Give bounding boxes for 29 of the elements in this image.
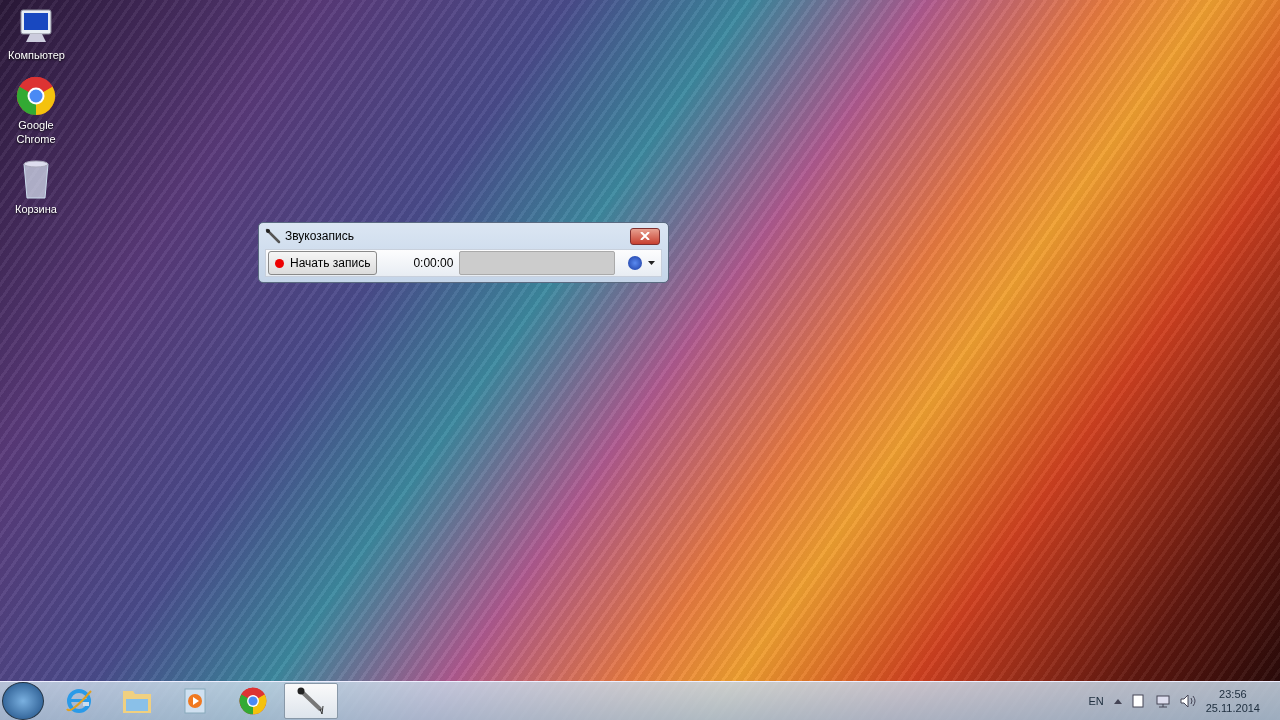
microphone-icon (265, 228, 281, 244)
up-arrow-icon[interactable] (1113, 698, 1122, 704)
microphone-icon[interactable] (296, 687, 326, 715)
shortcut-label: Корзина (14, 202, 58, 216)
chrome-icon[interactable] (239, 687, 267, 715)
record-dot-icon (275, 258, 284, 268)
desktop-shortcut[interactable]: Компьютер (8, 8, 64, 62)
desktop-shortcut[interactable]: Google Chrome (8, 76, 64, 146)
device-icon[interactable] (1131, 694, 1144, 708)
media-player-icon[interactable] (182, 688, 208, 714)
elapsed-time: 0:00:00 (412, 256, 454, 270)
recycle-bin-icon (21, 160, 51, 200)
network-icon[interactable] (1153, 694, 1170, 708)
clock[interactable]: 23:56 25.11.2014 (1205, 688, 1260, 714)
start-recording-button[interactable]: Начать запись (268, 251, 378, 275)
clock-date: 25.11.2014 (1205, 702, 1260, 714)
close-icon (640, 232, 650, 240)
speaker-icon[interactable] (1179, 694, 1196, 708)
chrome-icon (16, 76, 56, 116)
window-title: Звукозапись (285, 229, 355, 243)
desktop-shortcut[interactable]: Корзина (8, 160, 64, 216)
dropdown-caret-icon[interactable] (648, 261, 655, 265)
shortcut-label: Google Chrome (15, 118, 57, 146)
language-indicator[interactable]: EN (1088, 695, 1104, 707)
taskbar-button[interactable] (284, 683, 338, 719)
start-button[interactable] (2, 682, 44, 720)
clock-time: 23:56 (1219, 688, 1247, 700)
close-button[interactable] (630, 227, 660, 245)
shortcut-label: Компьютер (8, 48, 64, 62)
